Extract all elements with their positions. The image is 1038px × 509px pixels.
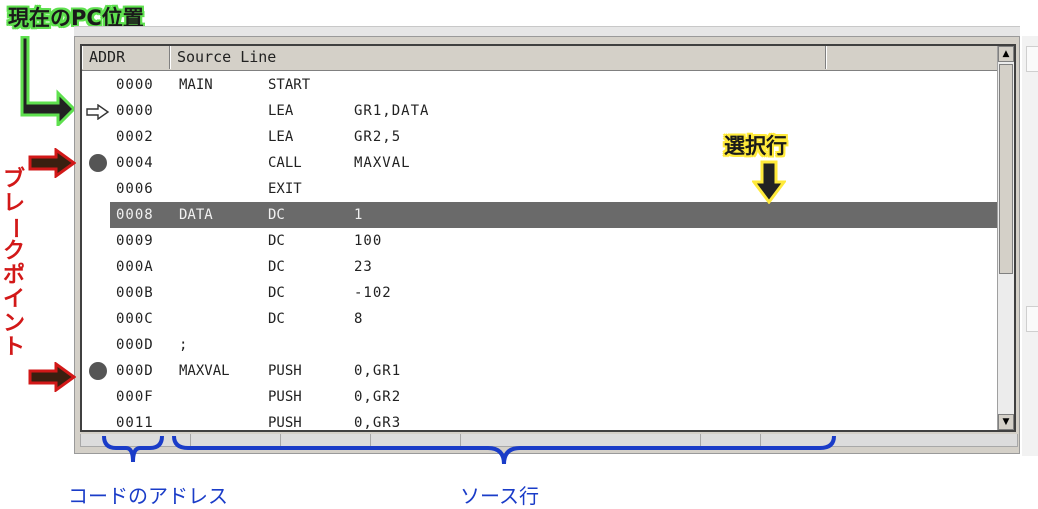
row-operand: -102	[354, 285, 392, 301]
source-row[interactable]: 000F PUSH 0,GR2	[82, 384, 998, 410]
row-address: 0009	[116, 233, 154, 249]
source-row[interactable]: 000D;	[82, 332, 998, 358]
row-operand: 8	[354, 311, 364, 327]
row-label: MAIN	[179, 77, 213, 93]
row-address: 000C	[116, 311, 154, 327]
source-row[interactable]: 0009 DC 100	[82, 228, 998, 254]
row-address: 000D	[116, 363, 154, 379]
source-row[interactable]: 0004 CALL MAXVAL	[82, 150, 998, 176]
row-operand: MAXVAL	[354, 155, 411, 171]
listing-header: ADDR Source Line	[82, 46, 998, 71]
row-opcode: LEA	[268, 103, 294, 119]
row-address: 000F	[116, 389, 154, 405]
breakpoint-annotation-char: ク	[2, 239, 25, 264]
breakpoint-annotation-char: ー	[2, 216, 27, 239]
red-right-arrow-icon	[28, 362, 76, 392]
row-address: 0008	[116, 207, 154, 223]
row-address: 000D	[116, 337, 154, 353]
code-address-annotation: コードのアドレス	[68, 484, 228, 508]
row-operand: 1	[354, 207, 364, 223]
source-row[interactable]: 000B DC -102	[82, 280, 998, 306]
scroll-down-arrow-icon[interactable]: ▼	[998, 414, 1014, 430]
row-address: 000A	[116, 259, 154, 275]
row-opcode: LEA	[268, 129, 294, 145]
breakpoint-annotation-char: ブ	[2, 167, 25, 192]
source-row[interactable]: 000C DC 8	[82, 306, 998, 332]
source-row[interactable]: 0000 LEA GR1,DATA	[82, 98, 998, 124]
row-address: 000B	[116, 285, 154, 301]
row-opcode: PUSH	[268, 389, 302, 405]
row-opcode: DC	[268, 207, 285, 223]
row-operand: 100	[354, 233, 383, 249]
source-row[interactable]: 0000 MAIN START	[82, 72, 998, 98]
row-opcode: DC	[268, 311, 285, 327]
row-address: 0000	[116, 103, 154, 119]
source-row[interactable]: 0006 EXIT	[82, 176, 998, 202]
row-operand: 23	[354, 259, 373, 275]
row-opcode: PUSH	[268, 415, 302, 431]
row-opcode: DC	[268, 233, 285, 249]
source-row[interactable]: 000A DC 23	[82, 254, 998, 280]
breakpoint-annotation-char: イ	[2, 287, 25, 312]
row-opcode: DC	[268, 285, 285, 301]
scroll-thumb[interactable]	[999, 64, 1013, 274]
breakpoint-annotation-char: レ	[2, 191, 25, 216]
row-operand: GR1,DATA	[354, 103, 430, 119]
yellow-down-arrow-icon	[752, 160, 786, 204]
row-address: 0006	[116, 181, 154, 197]
source-line-annotation: ソース行	[460, 484, 539, 508]
row-operand: 0,GR1	[354, 363, 402, 379]
breakpoint-dot-icon[interactable]	[89, 154, 107, 172]
row-operand: 0,GR3	[354, 415, 402, 431]
source-listing-panel[interactable]: ADDR Source Line 0000 MAIN START 0000 LEA GR1…	[80, 44, 1016, 432]
pc-arrow-icon	[86, 104, 110, 120]
selected-row-annotation: 選択行	[724, 134, 787, 158]
breakpoint-dot-icon[interactable]	[89, 362, 107, 380]
row-label: MAXVAL	[179, 363, 230, 379]
breakpoint-annotation: ブレークポイント	[0, 168, 28, 360]
row-label: DATA	[179, 207, 213, 223]
header-source-line[interactable]: Source Line	[170, 46, 826, 69]
row-address: 0000	[116, 77, 154, 93]
row-address: 0011	[116, 415, 154, 431]
row-opcode: CALL	[268, 155, 302, 171]
row-opcode: EXIT	[268, 181, 302, 197]
breakpoint-annotation-char: ポ	[2, 263, 25, 288]
row-address: 0002	[116, 129, 154, 145]
row-operand: 0,GR2	[354, 389, 402, 405]
breakpoint-annotation-char: ン	[2, 311, 25, 336]
breakpoint-annotation-char: ト	[2, 335, 25, 360]
source-row[interactable]: 0011 PUSH 0,GR3	[82, 410, 998, 431]
green-bent-arrow-icon	[20, 36, 76, 126]
selected-source-row[interactable]: 0008 DATA DC 1	[110, 202, 998, 228]
row-opcode: PUSH	[268, 363, 302, 379]
scroll-up-arrow-icon[interactable]: ▲	[998, 46, 1014, 62]
header-addr[interactable]: ADDR	[82, 46, 170, 69]
row-operand: GR2,5	[354, 129, 402, 145]
header-blank[interactable]	[826, 46, 998, 69]
addr-brace-icon	[102, 435, 164, 463]
source-brace-icon	[172, 435, 836, 465]
row-address: 0004	[116, 155, 154, 171]
row-label: ;	[179, 337, 188, 353]
vertical-scrollbar[interactable]: ▲ ▼	[997, 46, 1014, 430]
row-opcode: DC	[268, 259, 285, 275]
red-right-arrow-icon	[28, 148, 76, 178]
row-opcode: START	[268, 77, 311, 93]
source-row[interactable]: 0002 LEA GR2,5	[82, 124, 998, 150]
adjacent-window-edge	[1022, 36, 1038, 456]
source-row[interactable]: 000D MAXVAL PUSH 0,GR1	[82, 358, 998, 384]
